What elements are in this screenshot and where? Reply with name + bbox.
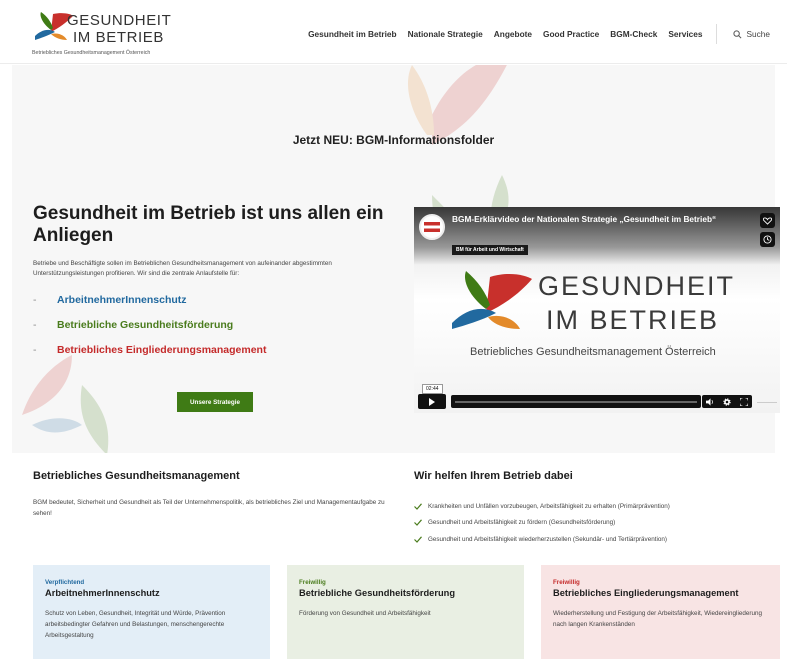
channel-avatar[interactable] <box>419 214 445 240</box>
check-item: Gesundheit und Arbeitsfähigkeit zu förde… <box>414 515 670 532</box>
search-icon <box>733 29 742 38</box>
hero-title: Gesundheit im Betrieb ist uns allen ein … <box>33 203 384 246</box>
hero-pillar-list: ArbeitnehmerInnenschutz Betriebliche Ges… <box>33 294 266 369</box>
bgm-section-title: Betriebliches Gesundheitsmanagement <box>33 470 240 482</box>
check-icon <box>414 536 422 543</box>
bgm-section-text: BGM bedeutet, Sicherheit und Gesundheit … <box>33 499 385 517</box>
clock-icon <box>763 235 772 244</box>
card-title: Betriebliche Gesundheitsförderung <box>299 588 456 598</box>
video-progress-bar[interactable] <box>451 395 701 408</box>
pillar-eingliederungsmanagement[interactable]: Betriebliches Eingliederungsmanagement <box>33 344 266 369</box>
help-check-list: Krankheiten und Unfällen vorzubeugen, Ar… <box>414 498 670 548</box>
pillar-arbeitnehmerschutz[interactable]: ArbeitnehmerInnenschutz <box>33 294 266 319</box>
logo-line-2: IM BETRIEB <box>73 29 165 46</box>
check-icon <box>414 503 422 510</box>
card-gesundheitsfoerderung[interactable]: Freiwillig Betriebliche Gesundheitsförde… <box>287 565 524 659</box>
check-item-text: Gesundheit und Arbeitsfähigkeit wiederhe… <box>428 535 667 543</box>
nav-divider <box>716 24 718 44</box>
logo-subtitle: Betriebliches Gesundheitsmanagement Öste… <box>32 50 151 56</box>
fullscreen-icon[interactable] <box>739 397 748 406</box>
video-title[interactable]: BGM-Erklärvideo der Nationalen Strategie… <box>452 214 752 224</box>
strategy-button[interactable]: Unsere Strategie <box>177 392 253 412</box>
card-title: ArbeitnehmerInnenschutz <box>45 588 160 598</box>
heart-icon <box>763 216 772 225</box>
hero-notice[interactable]: Jetzt NEU: BGM-Informationsfolder <box>0 133 787 147</box>
video-player[interactable]: GESUNDHEIT IM BETRIEB Betriebliches Gesu… <box>414 207 780 413</box>
hero-intro-text: Betriebe und Beschäftigte sollen im Betr… <box>33 260 332 277</box>
settings-icon[interactable] <box>723 397 732 406</box>
volume-icon[interactable] <box>706 397 715 406</box>
watch-later-button[interactable] <box>760 232 775 247</box>
card-tag: Verpflichtend <box>45 579 85 586</box>
search-label: Suche <box>746 29 770 39</box>
play-button[interactable] <box>418 394 446 409</box>
video-logo-subtitle: Betriebliches Gesundheitsmanagement Öste… <box>470 346 716 358</box>
like-button[interactable] <box>760 213 775 228</box>
play-icon <box>429 397 435 406</box>
site-logo[interactable]: GESUNDHEIT IM BETRIEB Betriebliches Gesu… <box>32 10 183 58</box>
nav-services[interactable]: Services <box>668 29 702 39</box>
nav-good-practice[interactable]: Good Practice <box>543 29 599 39</box>
nav-gesundheit-im-betrieb[interactable]: Gesundheit im Betrieb <box>308 29 397 39</box>
logo-line-1: GESUNDHEIT <box>67 12 172 29</box>
card-text: Förderung von Gesundheit und Arbeitsfähi… <box>299 610 431 617</box>
main-nav: Gesundheit im Betrieb Nationale Strategi… <box>297 24 770 44</box>
card-eingliederungsmanagement[interactable]: Freiwillig Betriebliches Eingliederungsm… <box>541 565 780 659</box>
progress-track <box>455 401 697 403</box>
card-tag: Freiwillig <box>553 579 580 586</box>
check-item-text: Krankheiten und Unfällen vorzubeugen, Ar… <box>428 502 670 510</box>
video-logo-line-2: IM BETRIEB <box>546 305 720 335</box>
nav-nationale-strategie[interactable]: Nationale Strategie <box>408 29 483 39</box>
pillar-gesundheitsfoerderung[interactable]: Betriebliche Gesundheitsförderung <box>33 319 266 344</box>
check-item: Gesundheit und Arbeitsfähigkeit wiederhe… <box>414 531 670 548</box>
video-duration: 02:44 <box>422 384 443 394</box>
vimeo-logo[interactable]: ————— <box>757 399 777 404</box>
check-item-text: Gesundheit und Arbeitsfähigkeit zu förde… <box>428 519 616 527</box>
card-text: Wiederherstellung und Festigung der Arbe… <box>553 610 762 628</box>
check-icon <box>414 519 422 527</box>
nav-angebote[interactable]: Angebote <box>494 29 532 39</box>
card-tag: Freiwillig <box>299 579 326 586</box>
card-title: Betriebliches Eingliederungsmanagement <box>553 588 739 598</box>
video-thumbnail-logo: GESUNDHEIT IM BETRIEB Betriebliches Gesu… <box>450 263 770 373</box>
austria-flag-icon <box>422 217 442 237</box>
video-logo-line-1: GESUNDHEIT <box>538 271 736 301</box>
search-button[interactable]: Suche <box>733 29 770 39</box>
card-arbeitnehmerschutz[interactable]: Verpflichtend ArbeitnehmerInnenschutz Sc… <box>33 565 270 659</box>
site-header: GESUNDHEIT IM BETRIEB Betriebliches Gesu… <box>0 0 787 64</box>
video-controls: 02:44 ————— <box>414 384 780 413</box>
nav-bgm-check[interactable]: BGM-Check <box>610 29 657 39</box>
video-channel-name[interactable]: BM für Arbeit und Wirtschaft <box>452 245 528 255</box>
card-text: Schutz von Leben, Gesundheit, Integrität… <box>45 610 226 639</box>
help-section-title: Wir helfen Ihrem Betrieb dabei <box>414 470 573 482</box>
check-item: Krankheiten und Unfällen vorzubeugen, Ar… <box>414 498 670 515</box>
video-settings-group <box>702 395 752 408</box>
video-logo-leaves-icon <box>452 271 532 329</box>
